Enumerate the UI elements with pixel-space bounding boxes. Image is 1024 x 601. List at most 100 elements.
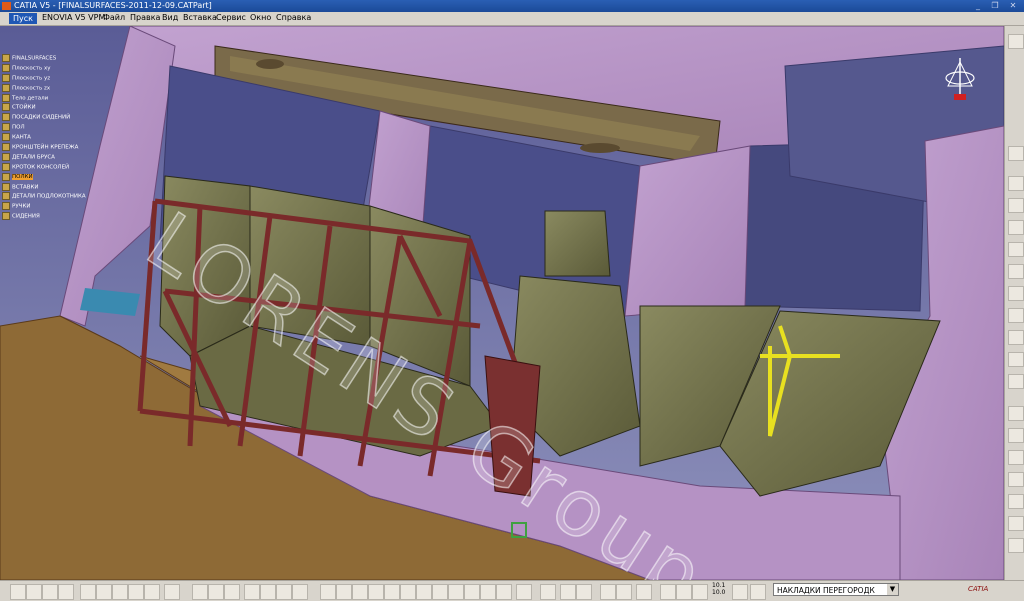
menu-file[interactable]: Файл: [103, 13, 125, 22]
layer-filter-dropdown[interactable]: НАКЛАДКИ ПЕРЕГОРОДК ▼: [773, 583, 899, 596]
toolbar-icon[interactable]: [516, 584, 532, 600]
swap-space-icon[interactable]: [496, 584, 512, 600]
tree-node-selected[interactable]: ПОЛКИ: [2, 172, 92, 183]
offset-icon[interactable]: [1008, 374, 1024, 389]
zoom-out-icon[interactable]: [400, 584, 416, 600]
whats-this-icon[interactable]: [164, 584, 180, 600]
menu-help[interactable]: Справка: [276, 13, 311, 22]
geometrical-set-icon: [2, 123, 10, 132]
tree-node[interactable]: ПОЛ: [2, 123, 92, 133]
layer-icon[interactable]: [732, 584, 748, 600]
copy-icon[interactable]: [96, 584, 112, 600]
plane-icon[interactable]: [1008, 242, 1024, 257]
knowledge-icon[interactable]: [292, 584, 308, 600]
new-icon[interactable]: [10, 584, 26, 600]
select-icon[interactable]: [1008, 146, 1024, 161]
multi-view-icon[interactable]: [432, 584, 448, 600]
rotate-icon[interactable]: [368, 584, 384, 600]
undo-icon[interactable]: [128, 584, 144, 600]
tree-node[interactable]: Плоскость zx: [2, 83, 92, 94]
menu-insert[interactable]: Вставка: [183, 13, 217, 22]
text-icon[interactable]: [692, 584, 708, 600]
cut-icon[interactable]: [80, 584, 96, 600]
color-icon[interactable]: [560, 584, 576, 600]
refresh-icon[interactable]: [660, 584, 676, 600]
catia-app-icon[interactable]: [2, 2, 11, 10]
tree-node[interactable]: ПОСАДКИ СИДЕНИЙ: [2, 113, 92, 123]
paste-icon[interactable]: [112, 584, 128, 600]
menu-start[interactable]: Пуск: [9, 13, 37, 24]
scan-icon[interactable]: [676, 584, 692, 600]
eraser-icon[interactable]: [750, 584, 766, 600]
normal-view-icon[interactable]: [416, 584, 432, 600]
zoom-in-icon[interactable]: [384, 584, 400, 600]
catalog-icon[interactable]: [276, 584, 292, 600]
fill-icon[interactable]: [1008, 330, 1024, 345]
print-icon[interactable]: [58, 584, 74, 600]
maximize-button[interactable]: ❐: [989, 1, 1001, 11]
open-icon[interactable]: [26, 584, 42, 600]
close-button[interactable]: ✕: [1007, 1, 1019, 11]
graphic-properties-icon[interactable]: [576, 584, 592, 600]
catia-logo: CATIA: [968, 585, 989, 593]
save-icon[interactable]: [42, 584, 58, 600]
tree-node[interactable]: КРОНШТЕЙН КРЕПЕЖА: [2, 143, 92, 153]
menu-enovia[interactable]: ENOVIA V5 VPM: [42, 13, 105, 22]
table-icon[interactable]: [244, 584, 260, 600]
split-icon[interactable]: [1008, 428, 1024, 443]
tree-node[interactable]: Тело детали: [2, 93, 92, 104]
tree-node[interactable]: КРОТОК КОНСОЛЕЙ: [2, 162, 92, 173]
plane-icon: [2, 63, 10, 72]
tree-node[interactable]: Плоскость yz: [2, 73, 92, 84]
sweep-icon[interactable]: [1008, 308, 1024, 323]
tree-node[interactable]: ВСТАВКИ: [2, 182, 92, 193]
hide-show-icon[interactable]: [480, 584, 496, 600]
extrapolate-icon[interactable]: [1008, 516, 1024, 531]
redo-icon[interactable]: [144, 584, 160, 600]
tree-node[interactable]: ДЕТАЛИ ПОДЛОКОТНИКА: [2, 192, 92, 202]
fillet-icon[interactable]: [1008, 472, 1024, 487]
trim-icon[interactable]: [1008, 450, 1024, 465]
geometrical-set-icon: [2, 202, 10, 211]
light-icon[interactable]: [616, 584, 632, 600]
line-icon[interactable]: [1008, 220, 1024, 235]
comment-icon[interactable]: [208, 584, 224, 600]
fit-all-icon[interactable]: [336, 584, 352, 600]
update-icon[interactable]: [540, 584, 556, 600]
extrude-icon[interactable]: [1008, 264, 1024, 279]
3d-viewport[interactable]: FINALSURFACES Плоскость xy Плоскость yz …: [0, 26, 1004, 580]
fly-mode-icon[interactable]: [320, 584, 336, 600]
workbench-icon[interactable]: [1008, 34, 1024, 49]
translate-icon[interactable]: [1008, 494, 1024, 509]
compass-icon[interactable]: [940, 56, 980, 106]
tree-node[interactable]: СИДЕНИЯ: [2, 212, 92, 222]
formula-icon[interactable]: [192, 584, 208, 600]
pan-icon[interactable]: [352, 584, 368, 600]
law-icon[interactable]: [1008, 538, 1024, 553]
join-icon[interactable]: [1008, 406, 1024, 421]
tree-node[interactable]: СТОЙКИ: [2, 103, 92, 113]
analysis-icon[interactable]: [260, 584, 276, 600]
iso-view-icon[interactable]: [448, 584, 464, 600]
tree-node[interactable]: КАНТА: [2, 133, 92, 143]
menu-view[interactable]: Вид: [162, 13, 178, 22]
tree-node[interactable]: Плоскость xy: [2, 63, 92, 74]
multi-section-icon[interactable]: [1008, 352, 1024, 367]
geometrical-set-icon: [2, 192, 10, 201]
tree-node[interactable]: РУЧКИ: [2, 202, 92, 212]
pointer-icon[interactable]: [600, 584, 616, 600]
tree-node[interactable]: FINALSURFACES: [2, 54, 92, 64]
chevron-down-icon[interactable]: ▼: [887, 584, 898, 595]
specification-tree[interactable]: FINALSURFACES Плоскость xy Плоскость yz …: [2, 54, 92, 222]
tree-node[interactable]: ДЕТАЛИ БРУСА: [2, 152, 92, 163]
shading-icon[interactable]: [464, 584, 480, 600]
point-icon[interactable]: [1008, 198, 1024, 213]
revolve-icon[interactable]: [1008, 286, 1024, 301]
menu-window[interactable]: Окно: [250, 13, 271, 22]
measure-icon[interactable]: [224, 584, 240, 600]
menu-tools[interactable]: Сервис: [216, 13, 246, 22]
ruler-icon[interactable]: [636, 584, 652, 600]
sketch-icon[interactable]: [1008, 176, 1024, 191]
menu-edit[interactable]: Правка: [130, 13, 160, 22]
minimize-button[interactable]: _: [972, 1, 984, 11]
